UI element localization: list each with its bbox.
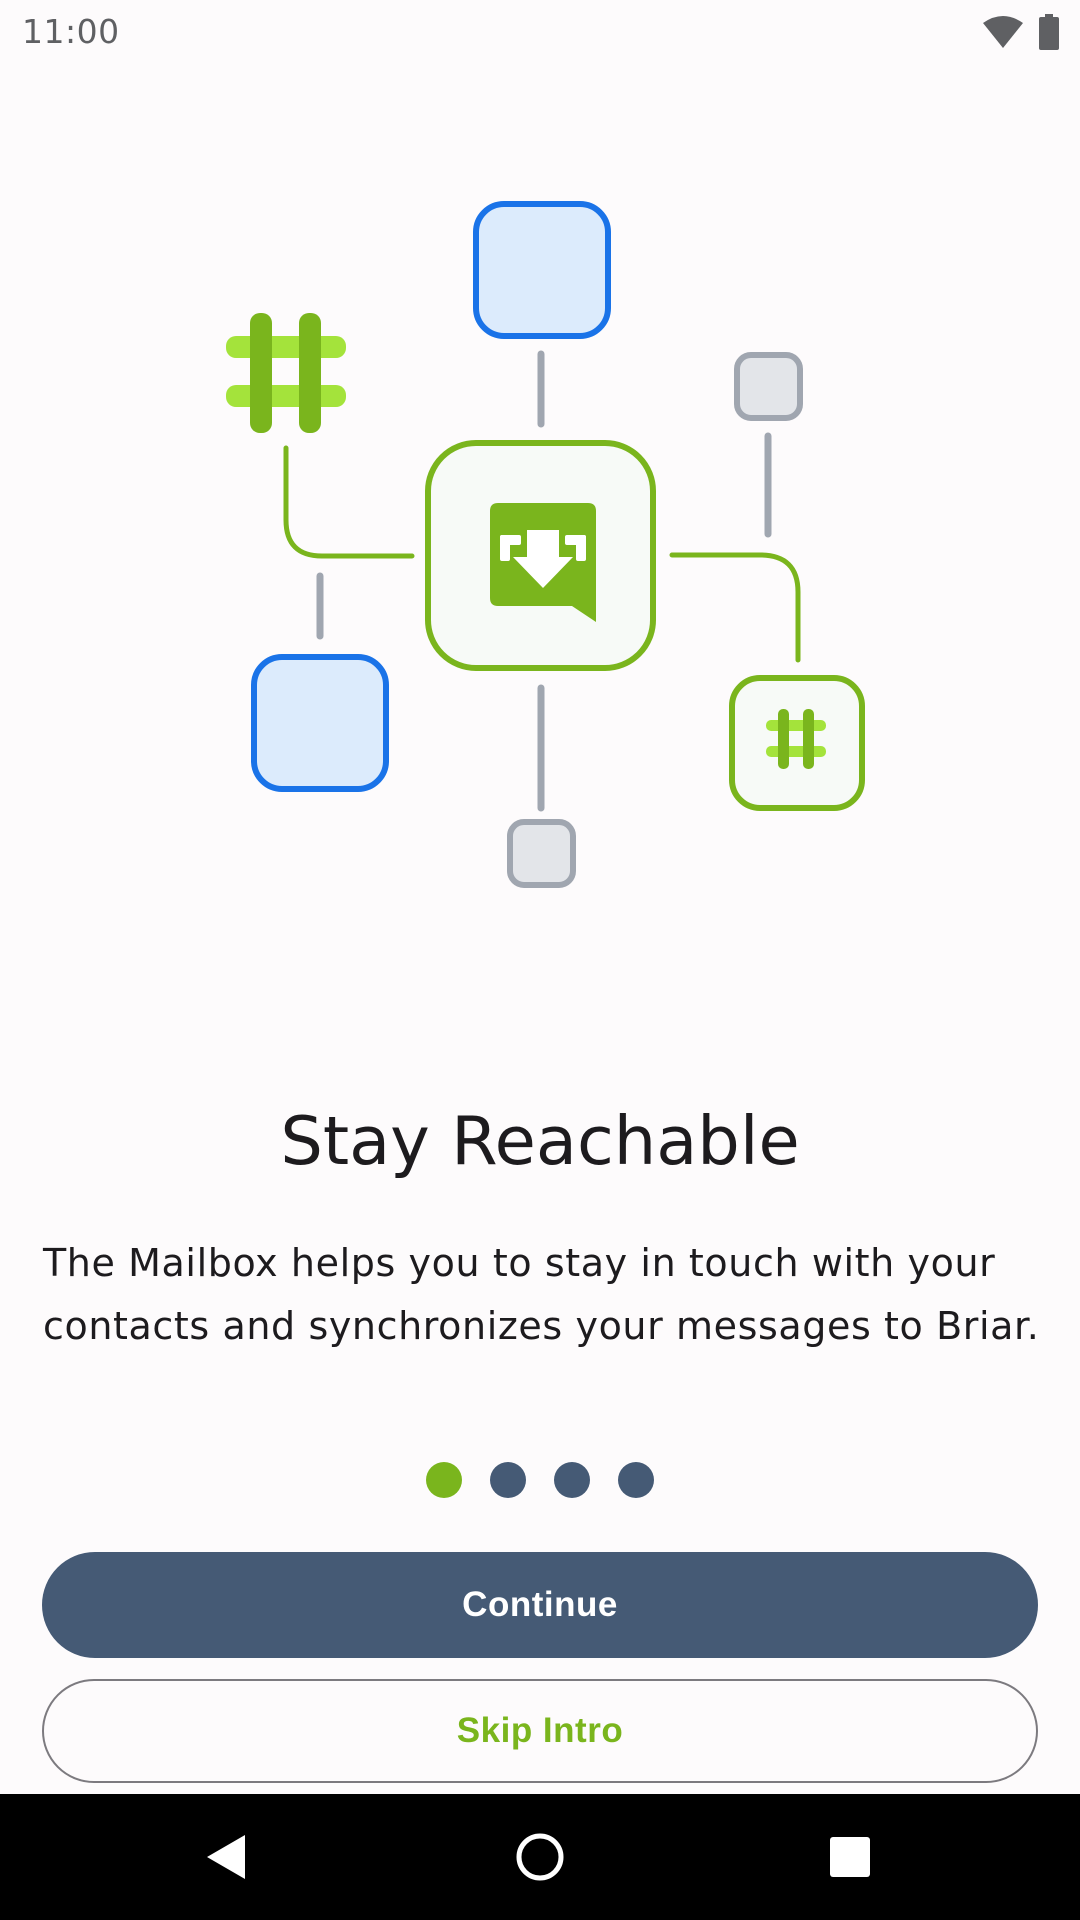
page-dot-2[interactable] (490, 1462, 526, 1498)
page-description: The Mailbox helps you to stay in touch w… (43, 1241, 1040, 1348)
wifi-icon (983, 16, 1023, 48)
briar-square (729, 675, 865, 811)
mailbox-network-illustration (226, 201, 865, 888)
briar-hash-icon-large (226, 313, 346, 433)
navigation-bar (0, 1794, 1080, 1920)
home-icon (516, 1833, 564, 1881)
page-dot-4[interactable] (618, 1462, 654, 1498)
continue-button[interactable]: Continue (42, 1552, 1038, 1658)
contact-square-top (473, 201, 611, 339)
page-title: Stay Reachable (280, 1102, 800, 1180)
page-dot-1[interactable] (426, 1462, 462, 1498)
status-icons (982, 12, 1060, 52)
mailbox-icon (490, 503, 596, 622)
battery-icon (1039, 14, 1059, 50)
back-button[interactable] (155, 1794, 295, 1920)
status-bar: 11:00 (0, 0, 1080, 66)
device-square-top-right (734, 352, 803, 421)
status-time: 11:00 (22, 12, 120, 51)
back-icon (207, 1835, 245, 1879)
device-square-bottom (507, 819, 576, 888)
screen: 11:00 Stay Reachable The Mailbox helps y… (0, 0, 1080, 1920)
recents-icon (830, 1837, 870, 1877)
skip-intro-button[interactable]: Skip Intro (42, 1679, 1038, 1783)
recents-button[interactable] (780, 1794, 920, 1920)
contact-square-left (251, 654, 389, 792)
page-dot-3[interactable] (554, 1462, 590, 1498)
home-button[interactable] (470, 1794, 610, 1920)
page-indicator (0, 1462, 1080, 1498)
